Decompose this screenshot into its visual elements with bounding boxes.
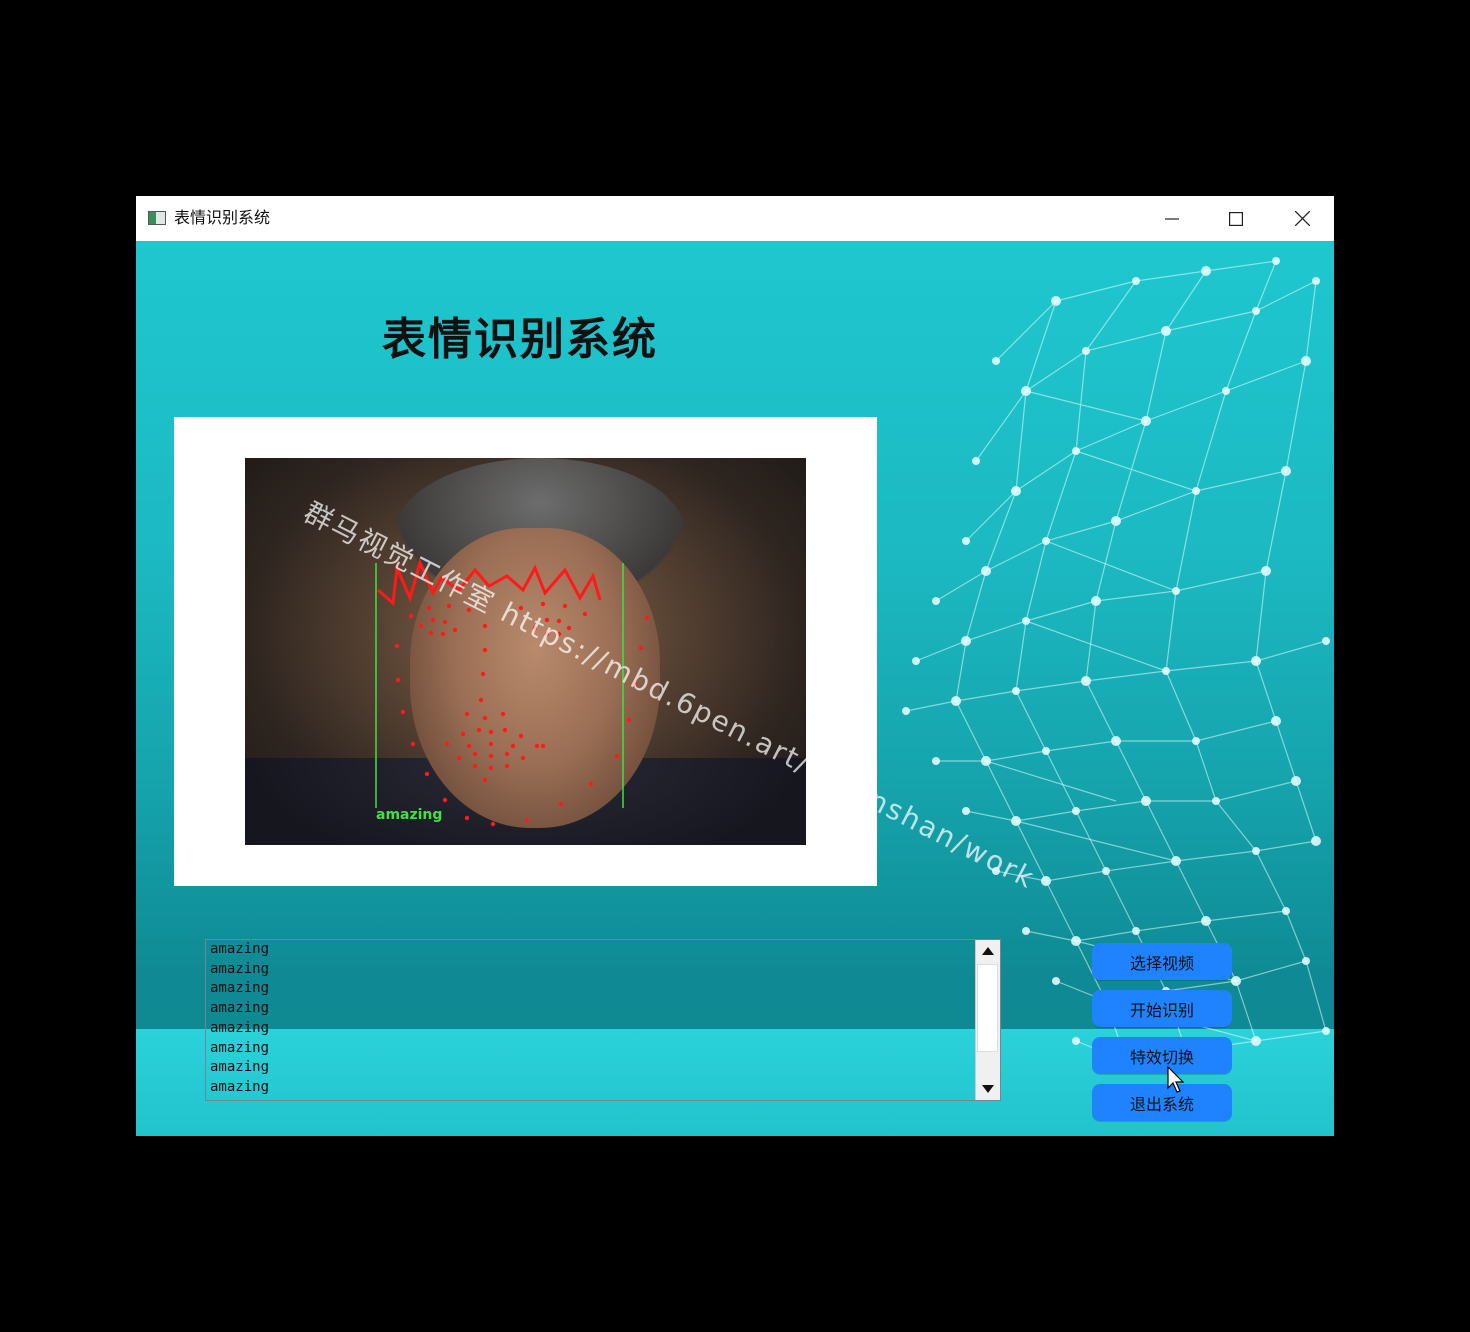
log-line: amazing xyxy=(210,1078,270,1095)
log-line: amazing xyxy=(210,980,270,997)
close-button[interactable] xyxy=(1270,196,1334,241)
log-scrollbar[interactable] xyxy=(975,940,1000,1100)
app-icon xyxy=(148,211,166,225)
log-lines: amazing amazing amazing amazing amazing … xyxy=(210,940,970,1098)
start-recognition-button[interactable]: 开始识别 xyxy=(1092,990,1232,1027)
log-line: amazing xyxy=(210,960,270,977)
window-title: 表情识别系统 xyxy=(174,208,271,227)
maximize-icon xyxy=(1229,211,1243,226)
facial-landmarks xyxy=(394,601,650,827)
minimize-button[interactable] xyxy=(1140,196,1204,241)
scroll-thumb[interactable] xyxy=(977,964,998,1052)
title-bar: 表情识别系统 xyxy=(136,196,1334,241)
app-window: 表情识别系统 表情识别系统 amazing 群马视觉工作室 https://mb… xyxy=(136,196,1334,1136)
video-frame: amazing xyxy=(174,417,877,886)
log-line: amazing xyxy=(210,941,270,957)
log-line: amazing xyxy=(210,1000,270,1017)
log-line: amazing xyxy=(210,1019,270,1036)
mouse-cursor-icon xyxy=(1167,1066,1185,1093)
main-panel: 表情识别系统 amazing 群马视觉工作室 https://mbd.6pen.… xyxy=(136,241,1334,1136)
log-line: amazing xyxy=(210,1059,270,1076)
arrow-up-icon xyxy=(982,947,994,955)
switch-effect-button[interactable]: 特效切换 xyxy=(1092,1037,1232,1074)
arrow-down-icon xyxy=(982,1085,994,1093)
page-title: 表情识别系统 xyxy=(382,314,658,365)
maximize-button[interactable] xyxy=(1204,196,1268,241)
crown-effect xyxy=(377,558,602,606)
scroll-down-button[interactable] xyxy=(976,1078,1000,1100)
emotion-label: amazing xyxy=(376,807,443,823)
result-log[interactable]: amazing amazing amazing amazing amazing … xyxy=(205,939,1001,1101)
scroll-up-button[interactable] xyxy=(976,940,1000,962)
log-line: amazing xyxy=(210,1039,270,1056)
video-display: amazing xyxy=(245,458,806,845)
exit-system-button[interactable]: 退出系统 xyxy=(1092,1084,1232,1121)
select-video-button[interactable]: 选择视频 xyxy=(1092,943,1232,980)
landmark-overlay xyxy=(375,558,650,827)
close-icon xyxy=(1294,211,1310,226)
minimize-icon xyxy=(1165,217,1179,220)
